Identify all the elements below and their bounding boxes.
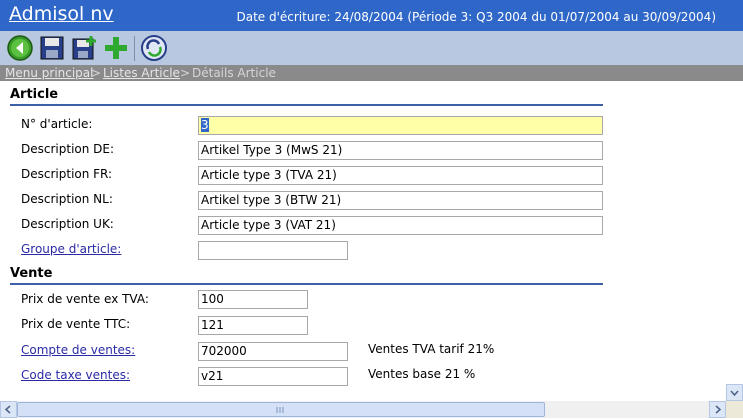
back-icon[interactable] [6,34,34,62]
section-divider [10,283,603,285]
scroll-left-button[interactable] [0,401,17,418]
sales-account-link[interactable]: Compte de ventes: [21,343,135,357]
price-incl-vat-label: Prix de vente TTC: [21,317,131,331]
price-ex-vat-field[interactable]: 100 [198,290,308,309]
scrollbar-corner [726,401,743,418]
vertical-scroll-down-button[interactable] [726,384,743,401]
article-group-field[interactable] [198,241,348,260]
sales-tax-code-description: Ventes base 21 % [368,367,476,381]
save-icon[interactable] [38,34,66,62]
description-fr-label: Description FR: [21,167,113,181]
section-divider [10,104,603,106]
refresh-icon[interactable] [140,34,168,62]
description-de-label: Description DE: [21,142,115,156]
sales-tax-code-link[interactable]: Code taxe ventes: [21,368,130,382]
title-bar: Admisol nv Date d'écriture: 24/08/2004 (… [0,0,743,31]
horizontal-scroll-thumb[interactable] [17,402,545,417]
price-incl-vat-field[interactable]: 121 [198,316,308,335]
breadcrumb-separator: > [91,66,102,80]
scroll-right-button[interactable] [709,401,726,418]
posting-date-info: Date d'écriture: 24/08/2004 (Période 3: … [236,10,716,24]
description-nl-label: Description NL: [21,192,113,206]
sales-account-field[interactable]: 702000 [198,342,348,361]
save-new-icon[interactable] [70,34,98,62]
add-icon[interactable] [102,34,130,62]
description-nl-field[interactable]: Artikel type 3 (BTW 21) [198,191,603,210]
breadcrumb-article-list[interactable]: Listes Article [103,65,180,81]
description-uk-field[interactable]: Article type 3 (VAT 21) [198,216,603,235]
app-title: Admisol nv [9,3,114,25]
breadcrumb-main-menu[interactable]: Menu principal [5,65,94,81]
breadcrumb: Menu principal > Listes Article > Détail… [0,65,743,81]
article-number-label: N° d'article: [21,117,93,131]
description-de-field[interactable]: Artikel Type 3 (MwS 21) [198,141,603,160]
article-number-value: 3 [201,118,209,132]
article-number-field[interactable]: 3 [198,116,603,135]
sales-tax-code-field[interactable]: v21 [198,367,348,386]
description-fr-field[interactable]: Article type 3 (TVA 21) [198,166,603,185]
breadcrumb-current: Détails Article [192,66,276,80]
section-title-article: Article [10,87,59,102]
section-title-vente: Vente [10,266,53,281]
article-group-link[interactable]: Groupe d'article: [21,242,121,256]
toolbar [0,31,743,65]
sales-account-description: Ventes TVA tarif 21% [368,342,495,356]
breadcrumb-separator: > [180,66,191,80]
description-uk-label: Description UK: [21,217,114,231]
horizontal-scrollbar[interactable] [0,401,743,418]
price-ex-vat-label: Prix de vente ex TVA: [21,292,149,306]
toolbar-separator [134,36,135,61]
